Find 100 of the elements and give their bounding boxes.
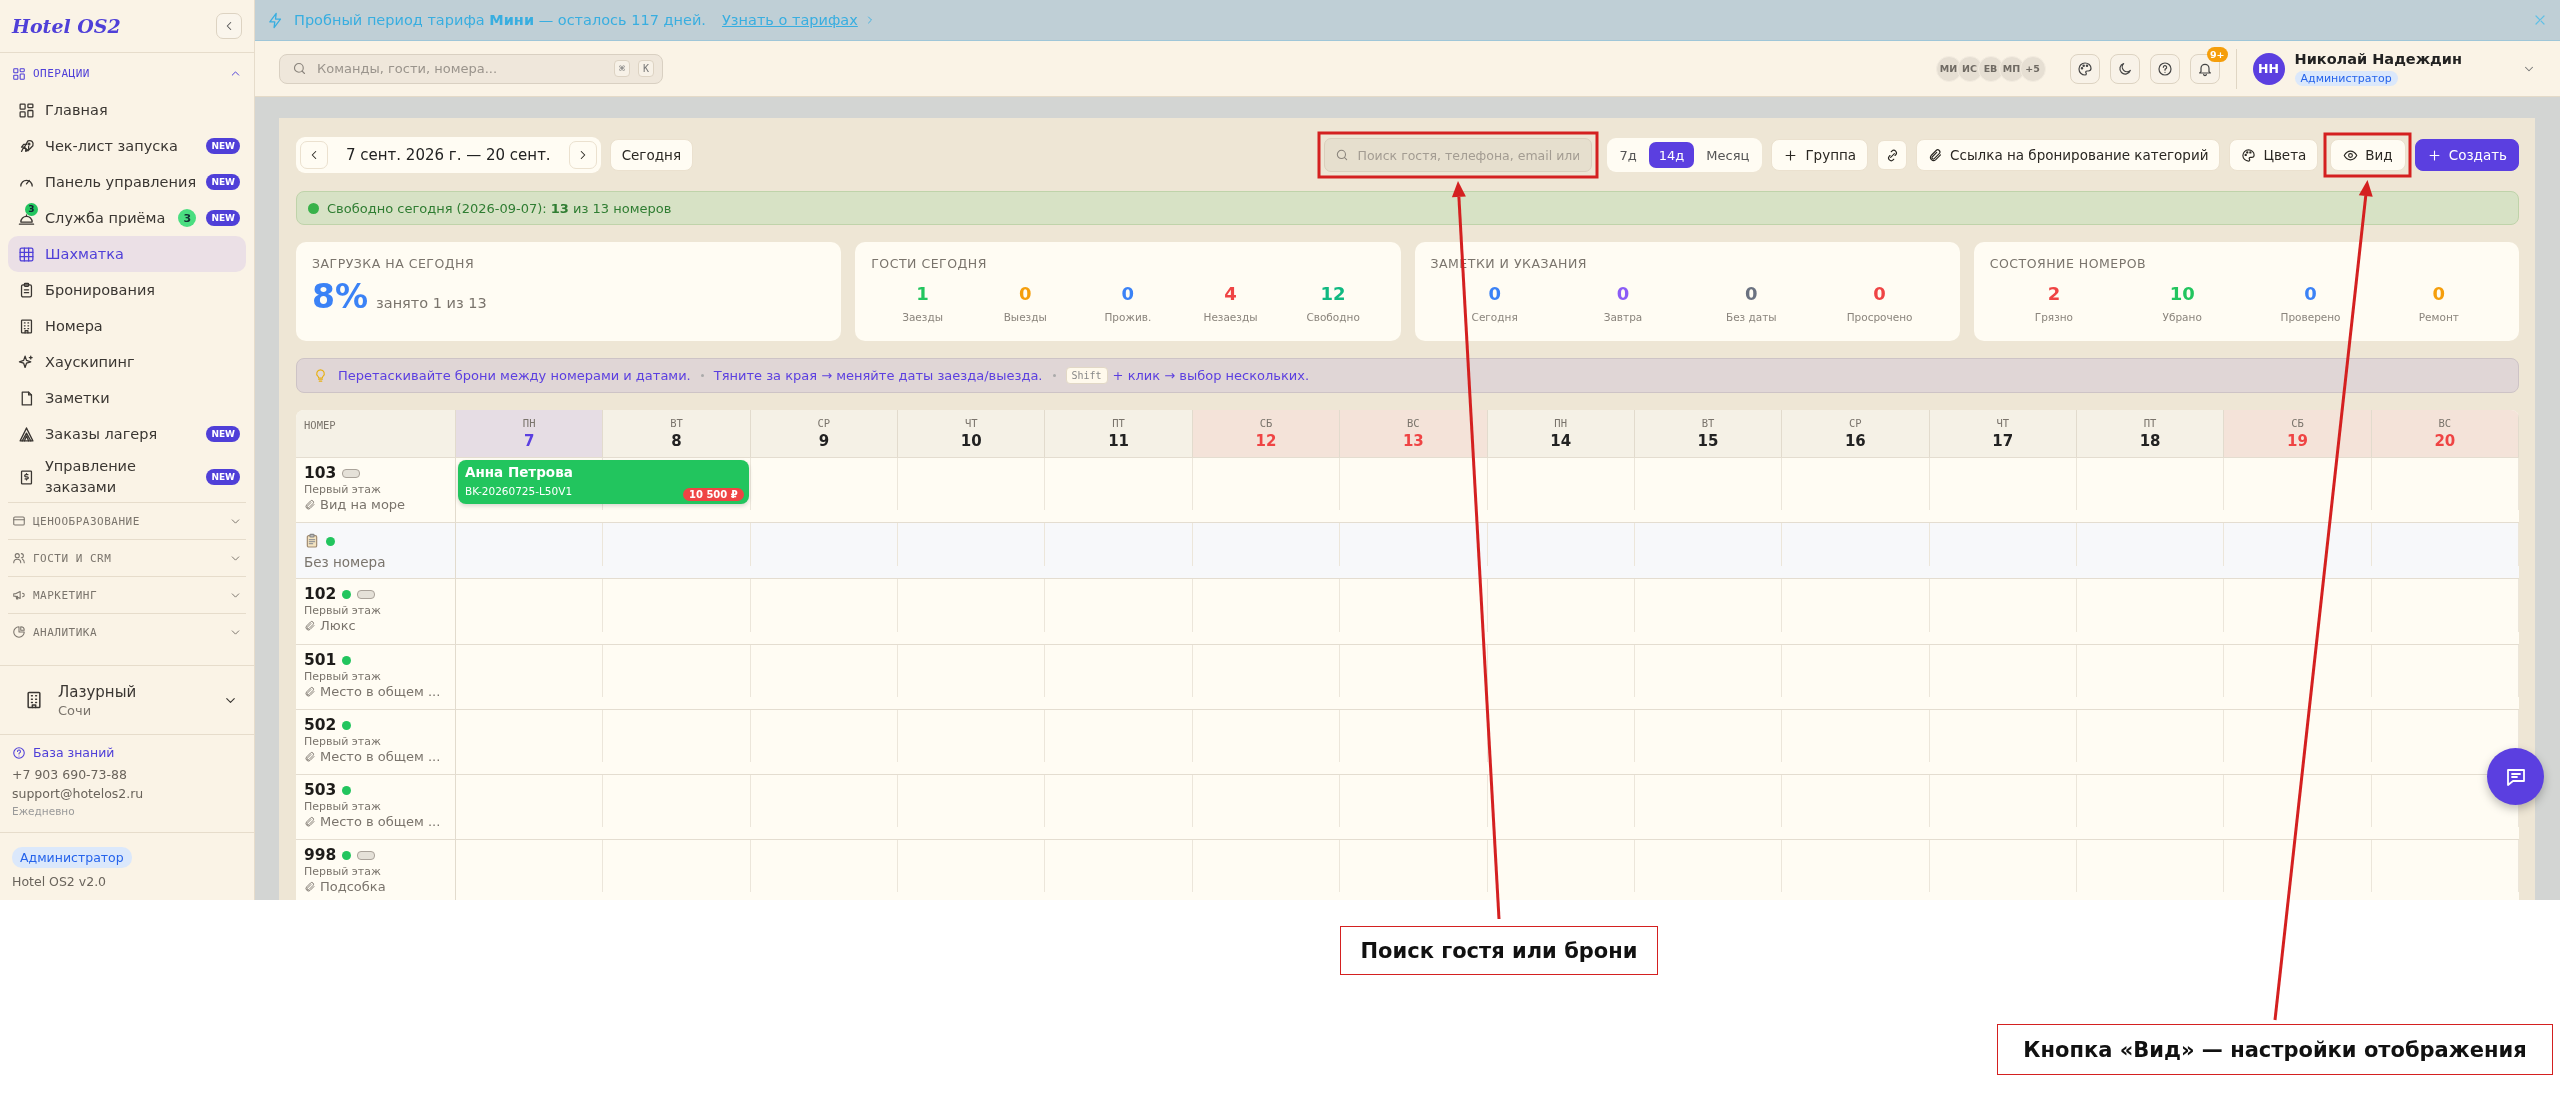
dark-mode-button[interactable] [2109, 53, 2140, 84]
room-floor: Первый этаж [304, 604, 381, 617]
hint-text: Перетаскивайте брони между номерами и датами. [338, 368, 691, 383]
view-button[interactable]: Вид [2330, 139, 2406, 171]
card-title: ГОСТИ СЕГОДНЯ [871, 256, 988, 271]
day-number: 19 [2287, 432, 2308, 450]
metric-value: 10 [2169, 283, 2195, 304]
weekday-label: ПТ [1112, 417, 1125, 429]
weekday-label: ПТ [2143, 417, 2157, 429]
megaphone-icon [12, 588, 26, 602]
metric-label: Незаезды [1203, 311, 1258, 323]
help-button[interactable] [2149, 53, 2180, 84]
nav-item[interactable]: Номера [8, 308, 246, 344]
user-menu[interactable]: НН Николай Надеждин Администратор [2252, 51, 2536, 86]
search-input[interactable]: Поиск гостя, телефона, email или [1355, 146, 1581, 164]
nav-item[interactable]: Главная [8, 92, 246, 128]
metric-value: 0 [1121, 283, 1135, 304]
role-badge: Администратор [12, 847, 132, 868]
room-type: Место в общем ... [304, 814, 441, 829]
nav-item[interactable]: Панель управления NEW [8, 164, 246, 200]
callout-label: Кнопка «Вид» — настройки отображения [1997, 1024, 2553, 1075]
nav-item[interactable]: Чек-лист запуска NEW [8, 128, 246, 164]
room-floor: Первый этаж [304, 483, 381, 496]
nav-item[interactable]: Шахматка [8, 236, 246, 272]
day-number: 9 [818, 432, 830, 450]
period-tab[interactable]: 14д [1648, 142, 1695, 168]
property-switcher[interactable]: Лазурный Сочи [0, 665, 254, 735]
nav-item[interactable]: Управление заказами NEW [8, 452, 246, 502]
price-badge: 10 500 ₽ [683, 488, 744, 501]
user-avatar: МИ [1935, 55, 1962, 82]
search-icon [1334, 148, 1349, 162]
room-type: Место в общем ... [304, 749, 441, 764]
new-badge: NEW [206, 426, 240, 442]
today-button[interactable]: Сегодня [609, 139, 693, 171]
command-search-field[interactable]: Команды, гости, номера... ⌘ K [279, 53, 663, 84]
nav-item[interactable]: 3 Служба приёма 3 NEW [8, 200, 246, 236]
room-number: 103 [304, 464, 337, 482]
group-button[interactable]: Группа [1771, 139, 1869, 171]
link-button[interactable] [1877, 140, 1908, 170]
user-avatar: МП [1998, 55, 2025, 82]
period-tab[interactable]: 7д [1609, 142, 1647, 168]
paperclip-icon [304, 619, 316, 632]
nav-item[interactable]: Хаускипинг [8, 344, 246, 380]
section-header[interactable]: АНАЛИТИКА [8, 613, 246, 650]
metric-label: Проверено [2280, 311, 2341, 323]
eye-icon [2343, 147, 2359, 163]
day-number: 13 [1402, 432, 1424, 450]
shortcut-key: K [637, 60, 654, 77]
paperclip-icon [304, 685, 316, 698]
lightbulb-icon [313, 368, 328, 383]
callout-label: Поиск гостя или брони [1340, 926, 1658, 975]
app-version: Hotel OS2 v2.0 [12, 874, 107, 889]
nav-item[interactable]: Заказы лагеря NEW [8, 416, 246, 452]
booking-bar[interactable]: Анна Петрова BK-20260725-L50V1 10 500 ₽ [458, 460, 749, 504]
metric-value: 0 [1745, 283, 1758, 304]
section-header[interactable]: ГОСТИ И CRM [8, 539, 246, 576]
period-tab[interactable]: Месяц [1696, 142, 1760, 168]
weekday-label: СР [817, 417, 831, 429]
room-floor: Первый этаж [304, 670, 381, 683]
nav-item[interactable]: Бронирования [8, 272, 246, 308]
day-number: 20 [2434, 432, 2456, 450]
room-type: Вид на море [304, 497, 406, 512]
hint-text: Тяните за края → меняйте даты заезда/выезда. [713, 368, 1043, 383]
nav-item[interactable]: Заметки [8, 380, 246, 416]
property-city: Сочи [58, 702, 93, 718]
help-icon [2156, 60, 2173, 77]
metric-value: 4 [1224, 283, 1237, 304]
user-avatar: ЕВ [1977, 55, 2004, 82]
colors-button[interactable]: Цвета [2229, 139, 2319, 171]
metric-label: Заезды [902, 311, 943, 323]
room-number: 502 [304, 716, 337, 734]
occupancy-caption: занято 1 из 13 [376, 295, 487, 311]
pie-chart-icon [12, 625, 26, 639]
plus-icon [1783, 147, 1799, 163]
weekday-label: ВС [2438, 417, 2452, 429]
booking-link-button[interactable]: Ссылка на бронирование категорий [1916, 139, 2221, 171]
room-number: 503 [304, 781, 337, 799]
section-header[interactable]: ОПЕРАЦИИ [8, 55, 246, 92]
property-name: Лазурный [58, 682, 138, 701]
shortcut-key: ⌘ [613, 60, 630, 77]
support-hours: Ежедневно [12, 805, 76, 817]
theme-colors-button[interactable] [2069, 53, 2100, 84]
clipboard-icon [304, 533, 320, 549]
guest-search-field[interactable]: Поиск гостя, телефона, email или [1323, 138, 1592, 172]
create-button[interactable]: Создать [2414, 139, 2519, 171]
paperclip-icon [304, 880, 316, 893]
paperclip-icon [304, 815, 316, 828]
weekday-label: ВТ [1701, 417, 1715, 429]
knowledge-base-link[interactable]: База знаний [12, 745, 242, 760]
search-input[interactable]: Команды, гости, номера... [315, 60, 606, 77]
metric-label: Свободно [1306, 311, 1360, 323]
day-number: 15 [1697, 432, 1719, 450]
shortcut-key: Shift [1065, 367, 1108, 384]
day-number: 16 [1844, 432, 1866, 450]
guest-name: Анна Петрова [465, 464, 574, 480]
section-header[interactable]: МАРКЕТИНГ [8, 576, 246, 613]
building-icon [24, 690, 44, 710]
section-header[interactable]: ЦЕНООБРАЗОВАНИЕ [8, 502, 246, 539]
day-number: 10 [960, 432, 982, 450]
app-logo: Hotel OS2 [12, 15, 121, 37]
